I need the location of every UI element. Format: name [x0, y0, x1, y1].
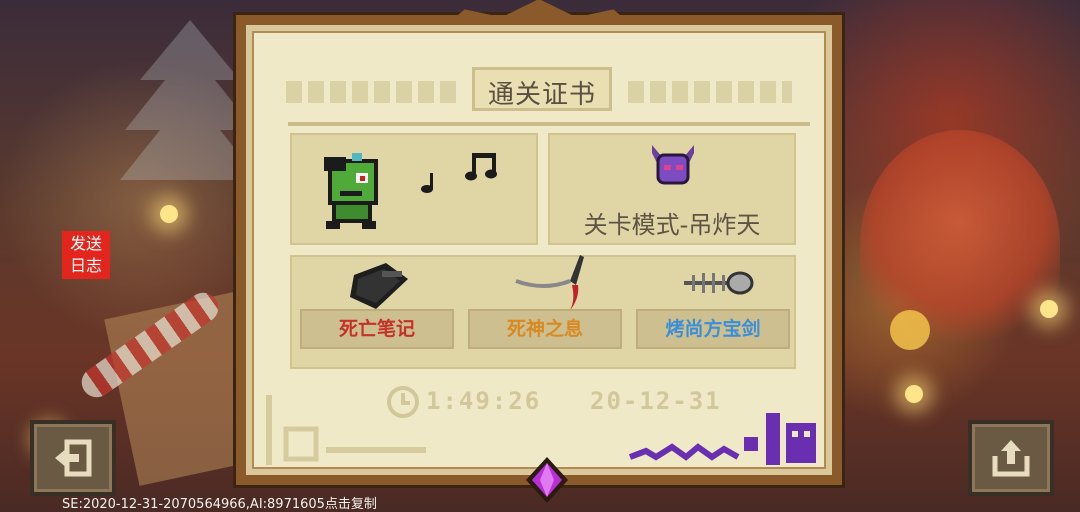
glow-light: [1040, 300, 1058, 318]
character-panel: [290, 133, 538, 245]
level-mode-panel: 关卡模式-吊炸天: [548, 133, 796, 245]
seed-info-footer[interactable]: SE:2020-12-31-2070564966,AI:8971605点击复制: [62, 493, 377, 512]
certificate-title: 通关证书: [487, 80, 596, 110]
item-slot-1: 死亡笔记: [300, 309, 454, 349]
level-mode-label: 关卡模式-吊炸天: [583, 211, 761, 239]
clear-certificate: 通关证书 关卡模式-吊炸天 死亡笔记 死神之息 烤尚方宝剑 1:49:26 20…: [236, 0, 842, 503]
black-notebook-icon: [350, 263, 408, 309]
scythe-weapon-icon: [515, 255, 584, 313]
glow-light: [905, 385, 923, 403]
send-log-label-line1: 发送: [69, 234, 102, 253]
item-label-1: 死亡笔记: [338, 318, 415, 340]
title-plate: 通关证书: [472, 67, 612, 111]
title-band: 通关证书: [286, 67, 792, 115]
share-button[interactable]: [968, 420, 1054, 496]
green-zombie-character-icon: [324, 153, 378, 229]
purple-gem-icon: [526, 457, 568, 503]
glow-light: [160, 205, 178, 223]
title-divider: [288, 122, 810, 126]
title-ornament-right: [628, 81, 792, 103]
purple-demon-mask-icon: [652, 145, 694, 185]
share-upload-icon: [992, 440, 1030, 477]
bell-decoration: [890, 310, 930, 350]
item-slot-2: 死神之息: [468, 309, 622, 349]
music-notes-icon: [465, 153, 497, 181]
fish-bone-sword-icon: [684, 271, 754, 295]
item-label-2: 死神之息: [506, 318, 583, 340]
item-slot-3: 烤尚方宝剑: [636, 309, 790, 349]
music-note-small-icon: [421, 173, 433, 193]
clear-time: 1:49:26: [426, 387, 542, 415]
title-ornament-left: [286, 81, 456, 103]
exit-door-icon: [55, 439, 92, 477]
bottom-left-ornament: [266, 395, 426, 465]
send-log-label-line2: 日志: [69, 256, 102, 275]
item-label-3: 烤尚方宝剑: [665, 318, 761, 340]
purple-signature-stamp: [628, 413, 816, 465]
send-log-button[interactable]: 发送 日志: [62, 231, 110, 279]
exit-button[interactable]: [30, 420, 116, 496]
